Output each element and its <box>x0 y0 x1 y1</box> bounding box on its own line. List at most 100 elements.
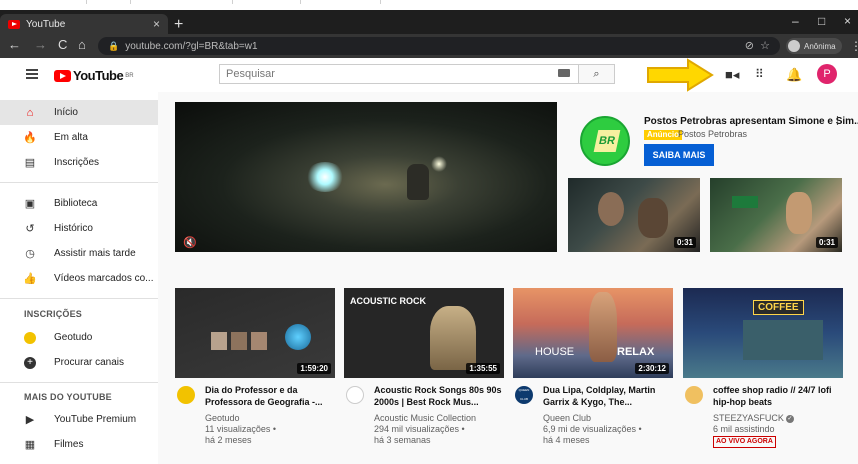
tab-title: YouTube <box>26 18 66 30</box>
search-input[interactable]: Pesquisar <box>219 64 579 84</box>
tab-close-button[interactable]: × <box>153 17 160 31</box>
logo-wordmark: YouTube <box>73 68 124 83</box>
notifications-bell-icon[interactable]: 🔔 <box>786 67 802 83</box>
video-thumbnail[interactable]: COFFEE <box>683 288 843 378</box>
sidebar-item-historico[interactable]: ↺ Histórico <box>0 216 158 241</box>
duration-badge: 0:31 <box>815 237 838 248</box>
ad-title[interactable]: Postos Petrobras apresentam Simone e Sim… <box>644 116 858 127</box>
window-close-button[interactable]: × <box>844 14 851 28</box>
new-tab-button[interactable]: + <box>174 16 183 34</box>
sidebar-item-em-alta[interactable]: 🔥 Em alta <box>0 125 158 150</box>
tunnel-light <box>431 156 447 172</box>
video-title[interactable]: coffee shop radio // 24/7 lofi hip-hop b… <box>713 384 841 408</box>
minimize-button[interactable]: – <box>792 14 799 28</box>
search-button[interactable]: ⌕ <box>579 64 615 84</box>
channel-avatar[interactable] <box>685 386 703 404</box>
ad-thumbnail-1[interactable]: 0:31 <box>568 178 700 252</box>
channel-name[interactable]: Queen Club <box>543 413 673 424</box>
search-placeholder: Pesquisar <box>226 68 275 80</box>
video-title[interactable]: Dia do Professor e da Professora de Geog… <box>205 384 333 408</box>
video-title[interactable]: Acoustic Rock Songs 80s 90s 2000s | Best… <box>374 384 502 408</box>
hamburger-menu-icon[interactable] <box>26 69 38 79</box>
reload-icon[interactable]: C <box>58 37 67 52</box>
sidebar-item-filmes[interactable]: ▦ Filmes <box>0 432 158 457</box>
youtube-favicon-icon <box>8 19 20 29</box>
ad-thumbnail-2[interactable]: 0:31 <box>710 178 842 252</box>
headlight-glow <box>305 162 345 192</box>
sidebar-item-inicio[interactable]: ⌂ Início <box>0 100 158 125</box>
more-options-icon[interactable]: ⋮ <box>832 114 843 127</box>
lock-icon: 🔒 <box>108 40 120 51</box>
video-thumbnail[interactable]: 1:59:20 <box>175 288 335 378</box>
video-title[interactable]: Dua Lipa, Coldplay, Martin Garrix & Kygo… <box>543 384 671 408</box>
view-count: 6 mil assistindo <box>713 424 775 434</box>
live-badge: AO VIVO AGORA <box>713 436 776 448</box>
ad-badge: Anúncio <box>644 130 682 140</box>
sidebar-item-videos-marcados[interactable]: 👍 Vídeos marcados co... <box>0 266 158 291</box>
account-avatar[interactable]: P <box>817 64 837 84</box>
channel-avatar[interactable] <box>346 386 364 404</box>
channel-name[interactable]: STEEZYASFUCK ✓ <box>713 413 843 424</box>
sidebar-item-youtube-premium[interactable]: ▶ YouTube Premium <box>0 407 158 432</box>
apps-grid-icon[interactable]: ⠿ <box>755 67 764 81</box>
forward-arrow-icon[interactable]: → <box>34 37 47 52</box>
channel-name[interactable]: Geotudo <box>205 413 335 424</box>
duration-badge: 0:31 <box>673 237 696 248</box>
incognito-profile-button[interactable]: Anônima <box>786 38 842 54</box>
sidebar-divider <box>0 382 158 383</box>
yellow-arrow-annotation <box>647 58 714 92</box>
thumbnail-text-right: RELAX <box>617 346 655 358</box>
sidebar-item-label: Inscrições <box>54 157 100 168</box>
learn-more-button[interactable]: SAIBA MAIS <box>644 144 714 166</box>
top-edge-strip <box>0 0 858 10</box>
video-thumbnail[interactable]: HOUSE RELAX 2:30:12 <box>513 288 673 378</box>
sidebar-item-label: Em alta <box>54 132 88 143</box>
ad-info: BR Postos Petrobras apresentam Simone e … <box>578 102 858 182</box>
petrobras-logo[interactable]: BR <box>580 116 630 166</box>
sidebar-item-procurar-canais[interactable]: + Procurar canais <box>0 350 158 375</box>
channel-avatar-icon <box>24 331 36 344</box>
browser-menu-icon[interactable]: ⋮ <box>850 39 858 53</box>
person-face <box>598 192 624 226</box>
upload-age: há 4 meses <box>543 435 590 445</box>
shop-front <box>743 320 823 360</box>
youtube-logo[interactable]: YouTube BR <box>54 68 134 83</box>
create-video-icon[interactable]: ■◂ <box>725 67 739 83</box>
back-arrow-icon[interactable]: ← <box>8 37 21 52</box>
thumbnail-text-left: HOUSE <box>535 346 575 358</box>
thumbnail-text: COFFEE <box>753 300 804 315</box>
sidebar-item-label: Assistir mais tarde <box>54 248 136 259</box>
video-meta: Geotudo 11 visualizações • há 2 meses <box>205 413 335 446</box>
maximize-button[interactable]: □ <box>818 14 825 28</box>
sidebar-item-inscricoes[interactable]: ▤ Inscrições <box>0 150 158 175</box>
address-bar[interactable]: 🔒 youtube.com/?gl=BR&tab=w1 ⊘ ☆ <box>98 37 780 55</box>
channel-avatar[interactable]: QUEEN CLUB <box>515 386 533 404</box>
browser-tab-youtube[interactable]: YouTube × <box>0 14 168 34</box>
home-button-icon[interactable]: ⌂ <box>78 37 86 52</box>
keyboard-icon[interactable] <box>558 69 570 77</box>
portrait <box>251 332 267 350</box>
sidebar-item-assistir-mais-tarde[interactable]: ◷ Assistir mais tarde <box>0 241 158 266</box>
guitarist <box>430 306 476 370</box>
duration-badge: 1:59:20 <box>297 363 331 374</box>
avatar-letter: P <box>823 68 831 80</box>
sidebar-item-geotudo[interactable]: Geotudo <box>0 325 158 350</box>
channel-avatar[interactable] <box>177 386 195 404</box>
bookmark-star-icon[interactable]: ⊘ ☆ <box>745 39 770 52</box>
globe <box>285 324 311 350</box>
sidebar-divider <box>0 182 158 183</box>
ad-channel[interactable]: Postos Petrobras <box>678 129 747 139</box>
channel-name-text: STEEZYASFUCK <box>713 413 784 423</box>
thumbs-up-icon: 👍 <box>23 273 37 285</box>
view-count: 11 visualizações • <box>205 424 277 434</box>
ad-video-player[interactable]: 🔇 <box>175 102 557 252</box>
motorcycle-silhouette <box>407 164 429 200</box>
petrobras-logo-text: BR <box>593 130 621 152</box>
upload-age: há 3 semanas <box>374 435 431 445</box>
person-face <box>786 192 812 234</box>
muted-speaker-icon[interactable]: 🔇 <box>183 236 197 249</box>
channel-name[interactable]: Acoustic Music Collection <box>374 413 504 424</box>
video-thumbnail[interactable]: ACOUSTIC ROCK 1:35:55 <box>344 288 504 378</box>
sidebar-item-biblioteca[interactable]: ▣ Biblioteca <box>0 191 158 216</box>
sidebar-item-label: Geotudo <box>54 332 93 343</box>
